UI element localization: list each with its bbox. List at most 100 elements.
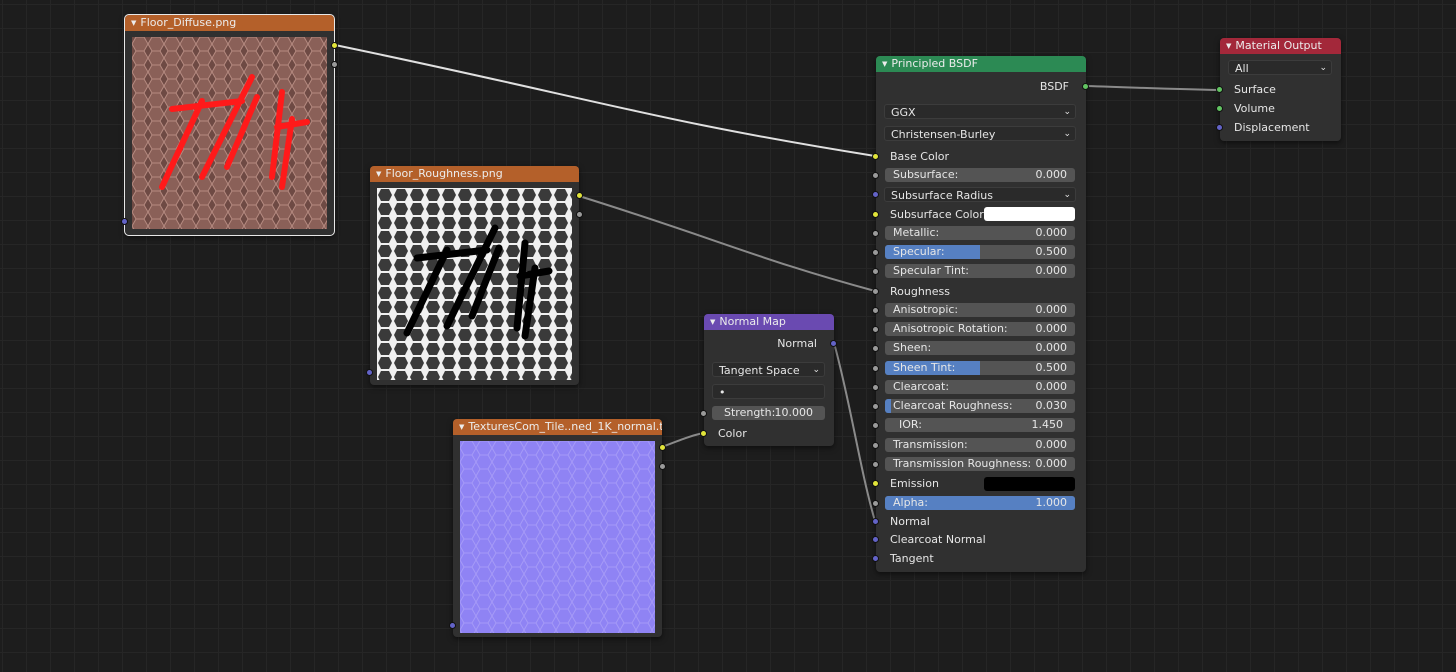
subsurface-method-value: Christensen-Burley: [891, 128, 996, 141]
link-diffuse-to-base-color[interactable]: [334, 44, 876, 157]
vector-input-socket[interactable]: [121, 218, 128, 225]
collapse-triangle-icon[interactable]: ▼: [882, 60, 887, 68]
node-normal-map[interactable]: ▼ Normal Map Normal Tangent Space ⌄ • Stre…: [700, 314, 837, 446]
chevron-down-icon: ⌄: [1063, 190, 1071, 200]
color-output-socket[interactable]: [331, 42, 338, 49]
transmission-field[interactable]: Transmission: 0.000: [885, 438, 1075, 452]
uvmap-value: •: [719, 386, 726, 399]
transmission-roughness-field[interactable]: Transmission Roughness: 0.000: [885, 457, 1075, 471]
ior-socket[interactable]: [872, 422, 879, 429]
vector-input-socket[interactable]: [449, 622, 456, 629]
subsurface-label: Subsurface:: [893, 168, 959, 181]
node-title: Floor_Diffuse.png: [140, 16, 237, 29]
emission-socket[interactable]: [872, 480, 879, 487]
sheen-tint-field[interactable]: Sheen Tint: 0.500: [885, 361, 1075, 375]
subsurface-color-socket[interactable]: [872, 211, 879, 218]
clearcoat-roughness-value: 0.030: [1035, 399, 1068, 412]
node-title: Material Output: [1235, 39, 1322, 52]
link-roughness-to-roughness[interactable]: [578, 195, 876, 292]
specular-tint-field[interactable]: Specular Tint: 0.000: [885, 264, 1075, 278]
alpha-output-socket[interactable]: [576, 211, 583, 218]
sheen-tint-socket[interactable]: [872, 365, 879, 372]
target-dropdown[interactable]: All ⌄: [1228, 60, 1332, 75]
image-preview: [377, 188, 572, 380]
specular-tint-value: 0.000: [1035, 264, 1068, 277]
anisotropic-field[interactable]: Anisotropic: 0.000: [885, 303, 1075, 317]
normal-socket[interactable]: [872, 518, 879, 525]
distribution-dropdown[interactable]: GGX ⌄: [884, 104, 1076, 119]
chevron-down-icon: ⌄: [812, 365, 820, 375]
node-header[interactable]: ▼ Floor_Roughness.png: [370, 166, 579, 182]
tangent-socket[interactable]: [872, 555, 879, 562]
clearcoat-normal-socket[interactable]: [872, 536, 879, 543]
color-output-socket[interactable]: [659, 444, 666, 451]
subsurface-radius-socket[interactable]: [872, 191, 879, 198]
clearcoat-label: Clearcoat:: [893, 380, 950, 393]
ior-field[interactable]: IOR: 1.450: [885, 418, 1075, 432]
node-floor-diffuse[interactable]: ▼ Floor_Diffuse.png: [121, 14, 338, 236]
vector-input-socket[interactable]: [366, 369, 373, 376]
node-header[interactable]: ▼ Principled BSDF: [876, 56, 1086, 72]
clearcoat-field[interactable]: Clearcoat: 0.000: [885, 380, 1075, 394]
metallic-socket[interactable]: [872, 230, 879, 237]
anisotropic-rotation-socket[interactable]: [872, 326, 879, 333]
roughness-socket[interactable]: [872, 288, 879, 295]
subsurface-field[interactable]: Subsurface: 0.000: [885, 168, 1075, 182]
collapse-triangle-icon[interactable]: ▼: [710, 318, 715, 326]
node-normal-texture[interactable]: ▼ TexturesCom_Tile..ned_1K_normal.tif: [449, 419, 666, 637]
node-principled-bsdf[interactable]: ▼ Principled BSDF BSDF GGX ⌄ Christensen-B…: [872, 56, 1089, 572]
color-output-socket[interactable]: [576, 192, 583, 199]
collapse-triangle-icon[interactable]: ▼: [1226, 42, 1231, 50]
space-dropdown[interactable]: Tangent Space ⌄: [712, 362, 825, 377]
node-header[interactable]: ▼ Floor_Diffuse.png: [125, 15, 334, 31]
transmission-socket[interactable]: [872, 442, 879, 449]
collapse-triangle-icon[interactable]: ▼: [459, 423, 464, 431]
subsurface-method-dropdown[interactable]: Christensen-Burley ⌄: [884, 126, 1076, 141]
alpha-socket[interactable]: [872, 500, 879, 507]
strength-field[interactable]: Strength: 10.000: [712, 406, 825, 420]
bsdf-output-socket[interactable]: [1082, 83, 1089, 90]
node-header[interactable]: ▼ Normal Map: [704, 314, 834, 330]
subsurface-socket[interactable]: [872, 172, 879, 179]
specular-tint-socket[interactable]: [872, 268, 879, 275]
uvmap-field[interactable]: •: [712, 384, 825, 399]
strength-input-socket[interactable]: [700, 410, 707, 417]
node-header[interactable]: ▼ TexturesCom_Tile..ned_1K_normal.tif: [453, 419, 662, 435]
link-bsdf-to-surface[interactable]: [1085, 85, 1220, 91]
alpha-label: Alpha:: [893, 496, 928, 509]
base-color-label: Base Color: [890, 150, 950, 163]
specular-field[interactable]: Specular: 0.500: [885, 245, 1075, 259]
link-normaltex-to-normalmap[interactable]: [661, 432, 704, 448]
clearcoat-value: 0.000: [1035, 380, 1068, 393]
subsurface-color-swatch[interactable]: [984, 207, 1075, 221]
base-color-socket[interactable]: [872, 153, 879, 160]
emission-color-swatch[interactable]: [984, 477, 1075, 491]
anisotropic-socket[interactable]: [872, 307, 879, 314]
clearcoat-roughness-field[interactable]: Clearcoat Roughness: 0.030: [885, 399, 1075, 413]
sheen-field[interactable]: Sheen: 0.000: [885, 341, 1075, 355]
node-header[interactable]: ▼ Material Output: [1220, 38, 1341, 54]
collapse-triangle-icon[interactable]: ▼: [376, 170, 381, 178]
alpha-output-socket[interactable]: [659, 463, 666, 470]
alpha-field[interactable]: Alpha: 1.000: [885, 496, 1075, 510]
normal-output-socket[interactable]: [830, 340, 837, 347]
anisotropic-rotation-field[interactable]: Anisotropic Rotation: 0.000: [885, 322, 1075, 336]
displacement-socket[interactable]: [1216, 124, 1223, 131]
subsurface-radius-dropdown[interactable]: Subsurface Radius ⌄: [884, 187, 1076, 202]
transmission-roughness-socket[interactable]: [872, 461, 879, 468]
clearcoat-roughness-socket[interactable]: [872, 403, 879, 410]
node-floor-roughness[interactable]: ▼ Floor_Roughness.png: [366, 166, 583, 385]
output-normal-label: Normal: [777, 337, 817, 350]
specular-label: Specular:: [893, 245, 945, 258]
metallic-field[interactable]: Metallic: 0.000: [885, 226, 1075, 240]
node-material-output[interactable]: ▼ Material Output All ⌄ Surface Volume Dis…: [1216, 38, 1341, 141]
specular-socket[interactable]: [872, 249, 879, 256]
link-normalmap-to-normal[interactable]: [833, 342, 876, 522]
volume-socket[interactable]: [1216, 105, 1223, 112]
color-input-socket[interactable]: [700, 430, 707, 437]
alpha-output-socket[interactable]: [331, 61, 338, 68]
clearcoat-socket[interactable]: [872, 384, 879, 391]
surface-socket[interactable]: [1216, 86, 1223, 93]
collapse-triangle-icon[interactable]: ▼: [131, 19, 136, 27]
sheen-socket[interactable]: [872, 345, 879, 352]
